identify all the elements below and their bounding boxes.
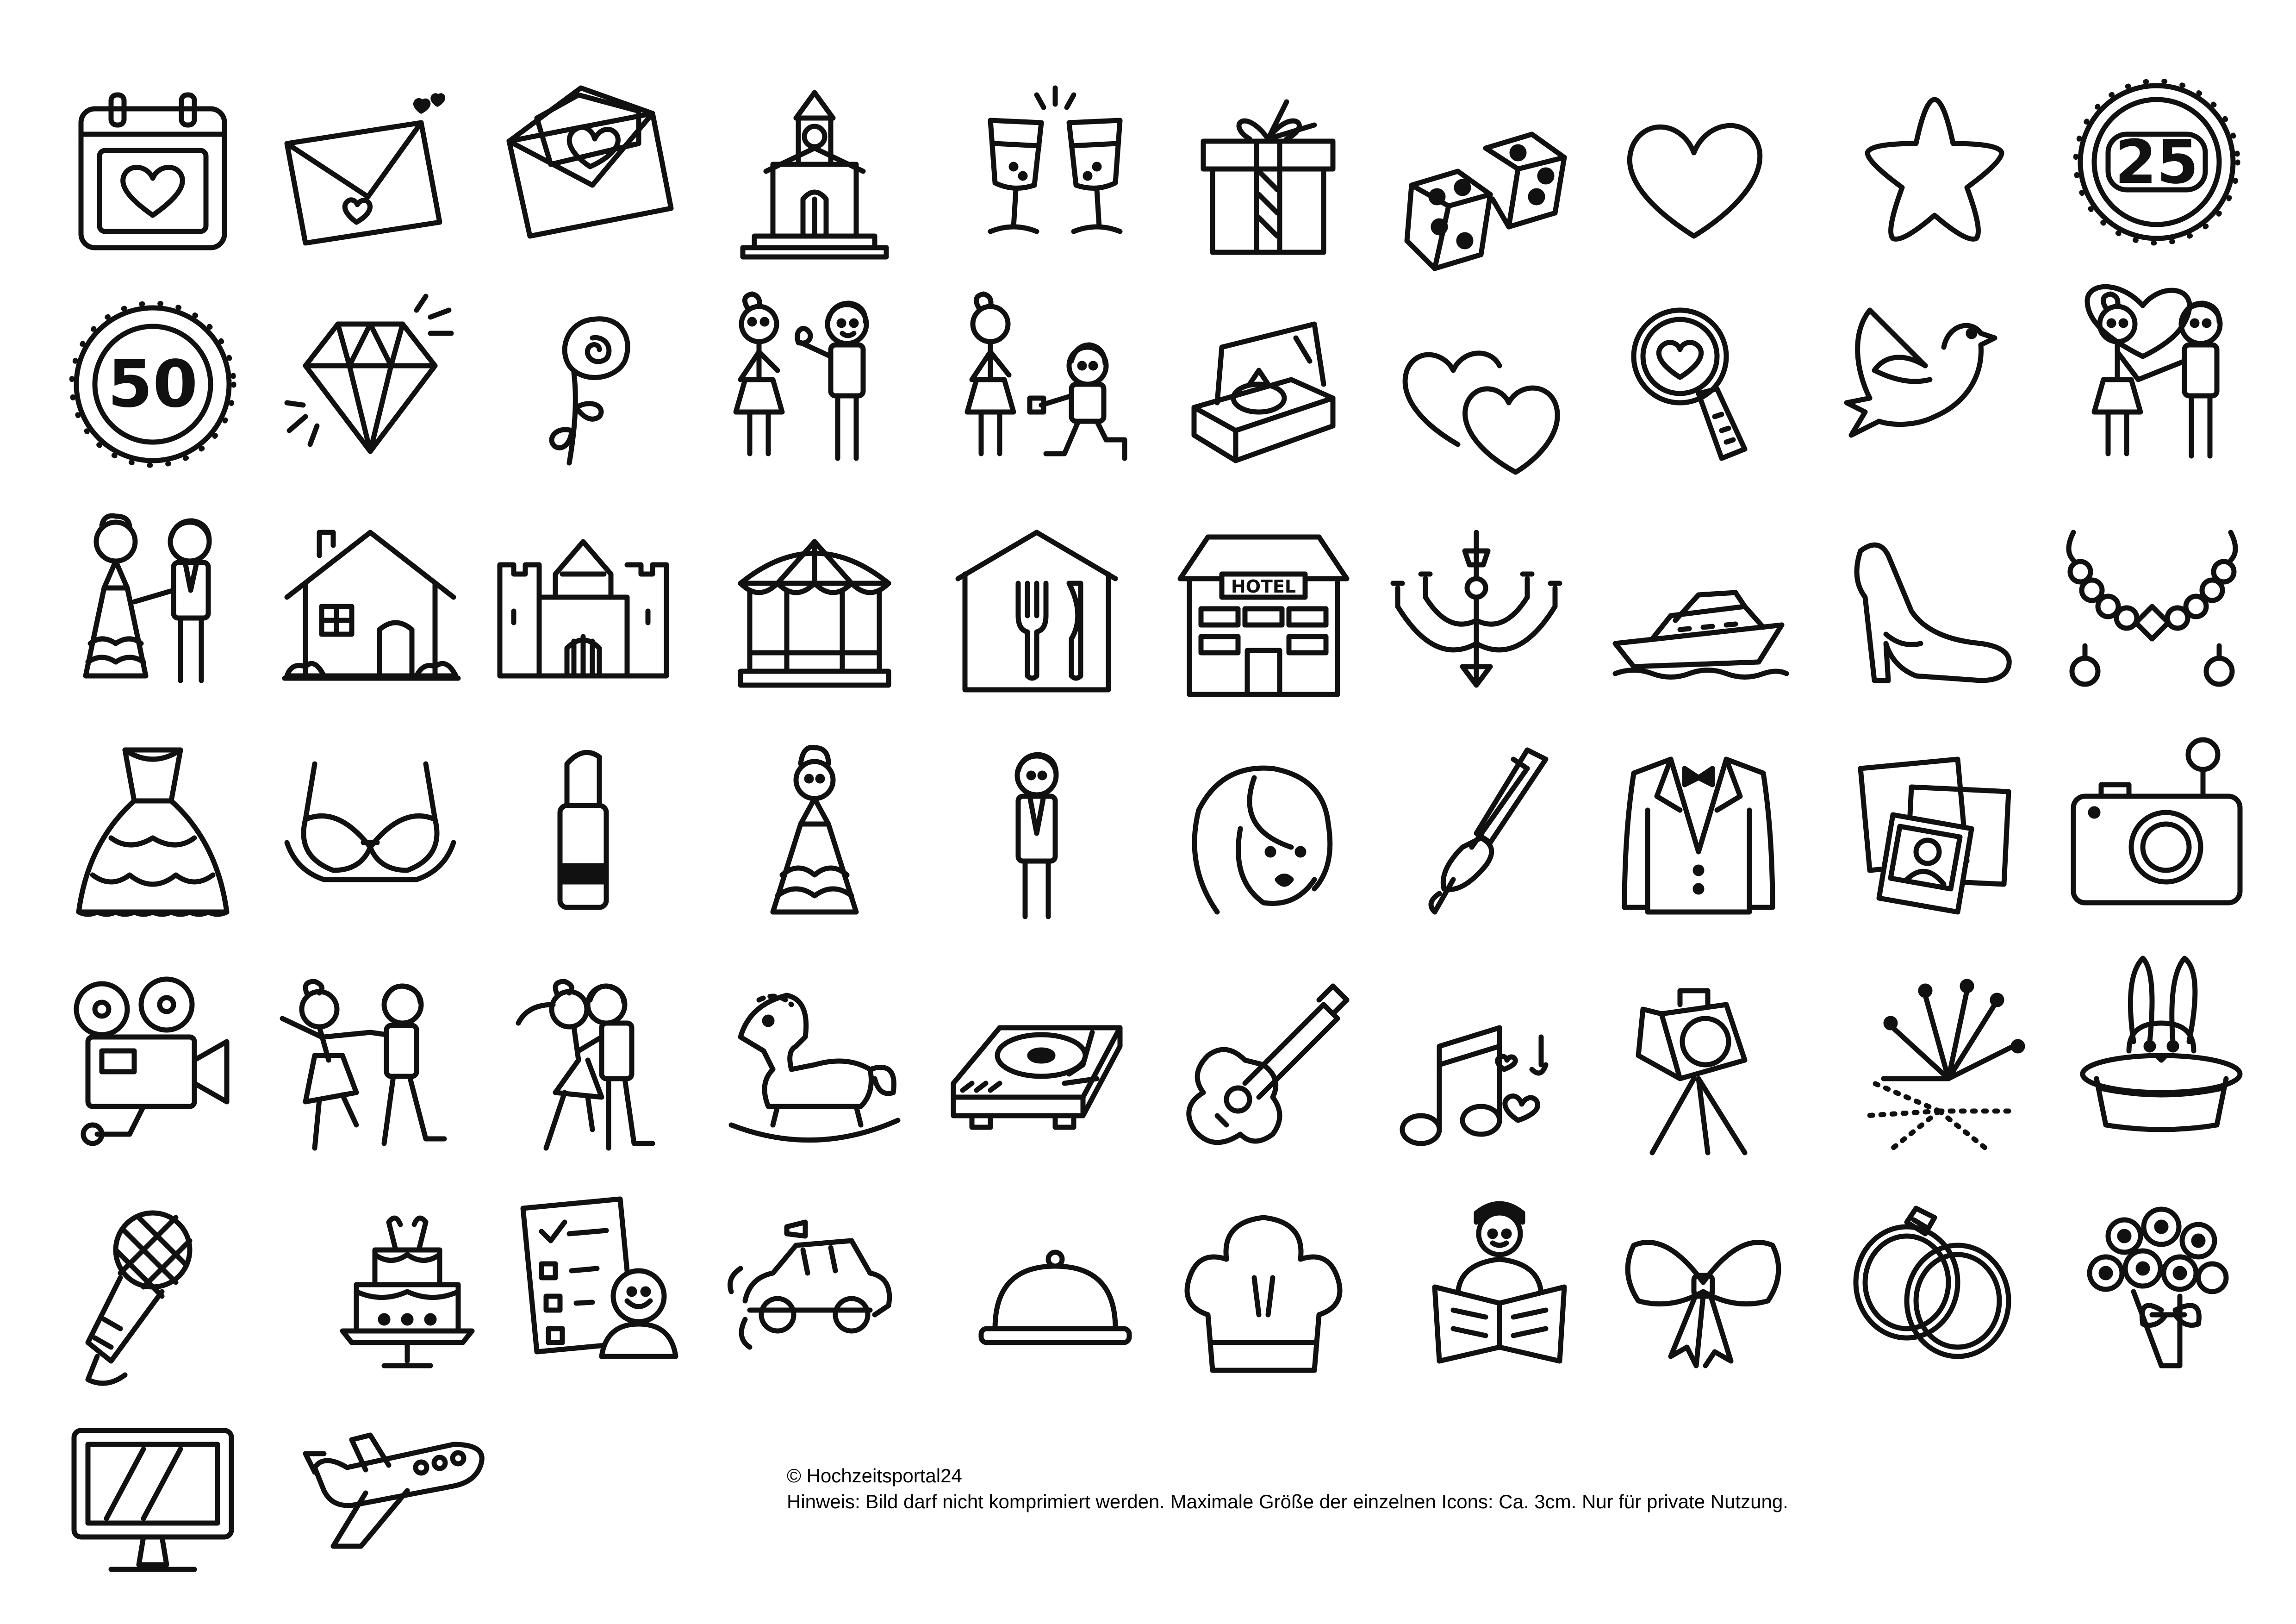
- usage-notice: Hinweis: Bild darf nicht komprimiert wer…: [787, 1491, 1788, 1512]
- wedding-cake-icon: [315, 1194, 500, 1380]
- two-hearts-icon: [1388, 306, 1574, 491]
- fireworks-icon: [1847, 972, 2032, 1157]
- dancing-couple-icon: [264, 977, 449, 1162]
- wedding-car-icon: [722, 1199, 907, 1384]
- bouquet-icon: [2064, 1194, 2249, 1380]
- yacht-icon: [1606, 542, 1791, 727]
- bra-icon: [278, 750, 463, 935]
- restaurant-icon: [944, 523, 1129, 708]
- magnifier-heart-icon: [1601, 292, 1786, 477]
- heart-icon: [1601, 83, 1786, 269]
- couple-rose-icon: [713, 287, 898, 472]
- castle-icon: [491, 523, 676, 708]
- chef-hat-icon: [1171, 1194, 1356, 1380]
- chandelier-icon: [1384, 528, 1569, 713]
- microphone-icon: [60, 1204, 245, 1389]
- badge-50-label: 50: [108, 347, 198, 422]
- dice-icon: [1393, 102, 1578, 287]
- guitar-icon: [1171, 977, 1356, 1162]
- necklace-earrings-icon: [2060, 523, 2245, 708]
- photos-icon: [1842, 741, 2027, 926]
- curling-iron-icon: [1388, 741, 1574, 926]
- couple-holding-hands-icon: [2069, 282, 2254, 468]
- woman-face-icon: [1171, 750, 1356, 935]
- proposal-icon: [953, 287, 1139, 472]
- kissing-couple-icon: [500, 977, 685, 1162]
- dove-icon: [1833, 287, 2018, 472]
- pavilion-icon: [722, 523, 907, 708]
- high-heel-icon: [1842, 528, 2027, 713]
- badge-25-icon: 25: [2064, 69, 2249, 255]
- rocking-horse-icon: [722, 977, 907, 1162]
- calendar-heart-icon: [60, 83, 245, 269]
- cloche-icon: [963, 1213, 1148, 1398]
- music-notes-icon: [1388, 991, 1574, 1176]
- open-envelope-heart-icon: [500, 69, 685, 255]
- lipstick-icon: [491, 741, 676, 926]
- icon-sheet: 25 50 HOTEL © Hochzeitsportal24 Hinweis:…: [0, 0, 2296, 1624]
- hotel-sign-label: HOTEL: [1231, 576, 1296, 597]
- spotlight-icon: [1606, 977, 1791, 1162]
- bride-icon: [722, 741, 907, 926]
- badge-25-label: 25: [2115, 127, 2199, 197]
- diamond-icon: [278, 292, 463, 477]
- camera-icon: [2064, 736, 2249, 921]
- officiant-icon: [1407, 1194, 1592, 1380]
- monitor-icon: [60, 1417, 245, 1602]
- ring-box-icon: [1176, 306, 1361, 491]
- bow-icon: [1611, 1213, 1796, 1398]
- checklist-person-icon: [500, 1190, 685, 1375]
- magic-hat-rabbit-icon: [2069, 949, 2254, 1134]
- turntable-icon: [944, 991, 1129, 1176]
- wedding-dress-icon: [60, 741, 245, 926]
- chapel-icon: [722, 83, 907, 269]
- champagne-toast-icon: [963, 79, 1148, 264]
- gift-box-icon: [1176, 83, 1361, 269]
- house-icon: [278, 523, 463, 708]
- badge-50-icon: 50: [60, 292, 245, 477]
- rose-icon: [500, 292, 685, 477]
- video-camera-icon: [60, 972, 245, 1157]
- bride-groom-icon: [60, 509, 245, 694]
- hotel-icon: HOTEL: [1171, 528, 1356, 713]
- star-icon: [1842, 79, 2027, 264]
- airplane-icon: [303, 1412, 491, 1597]
- groom-icon: [944, 741, 1129, 926]
- tuxedo-jacket-icon: [1606, 741, 1791, 926]
- footer: © Hochzeitsportal24 Hinweis: Bild darf n…: [787, 1463, 1788, 1515]
- copyright-text: © Hochzeitsportal24: [787, 1465, 962, 1487]
- wedding-rings-icon: [1837, 1190, 2022, 1375]
- love-letter-icon: [278, 83, 463, 269]
